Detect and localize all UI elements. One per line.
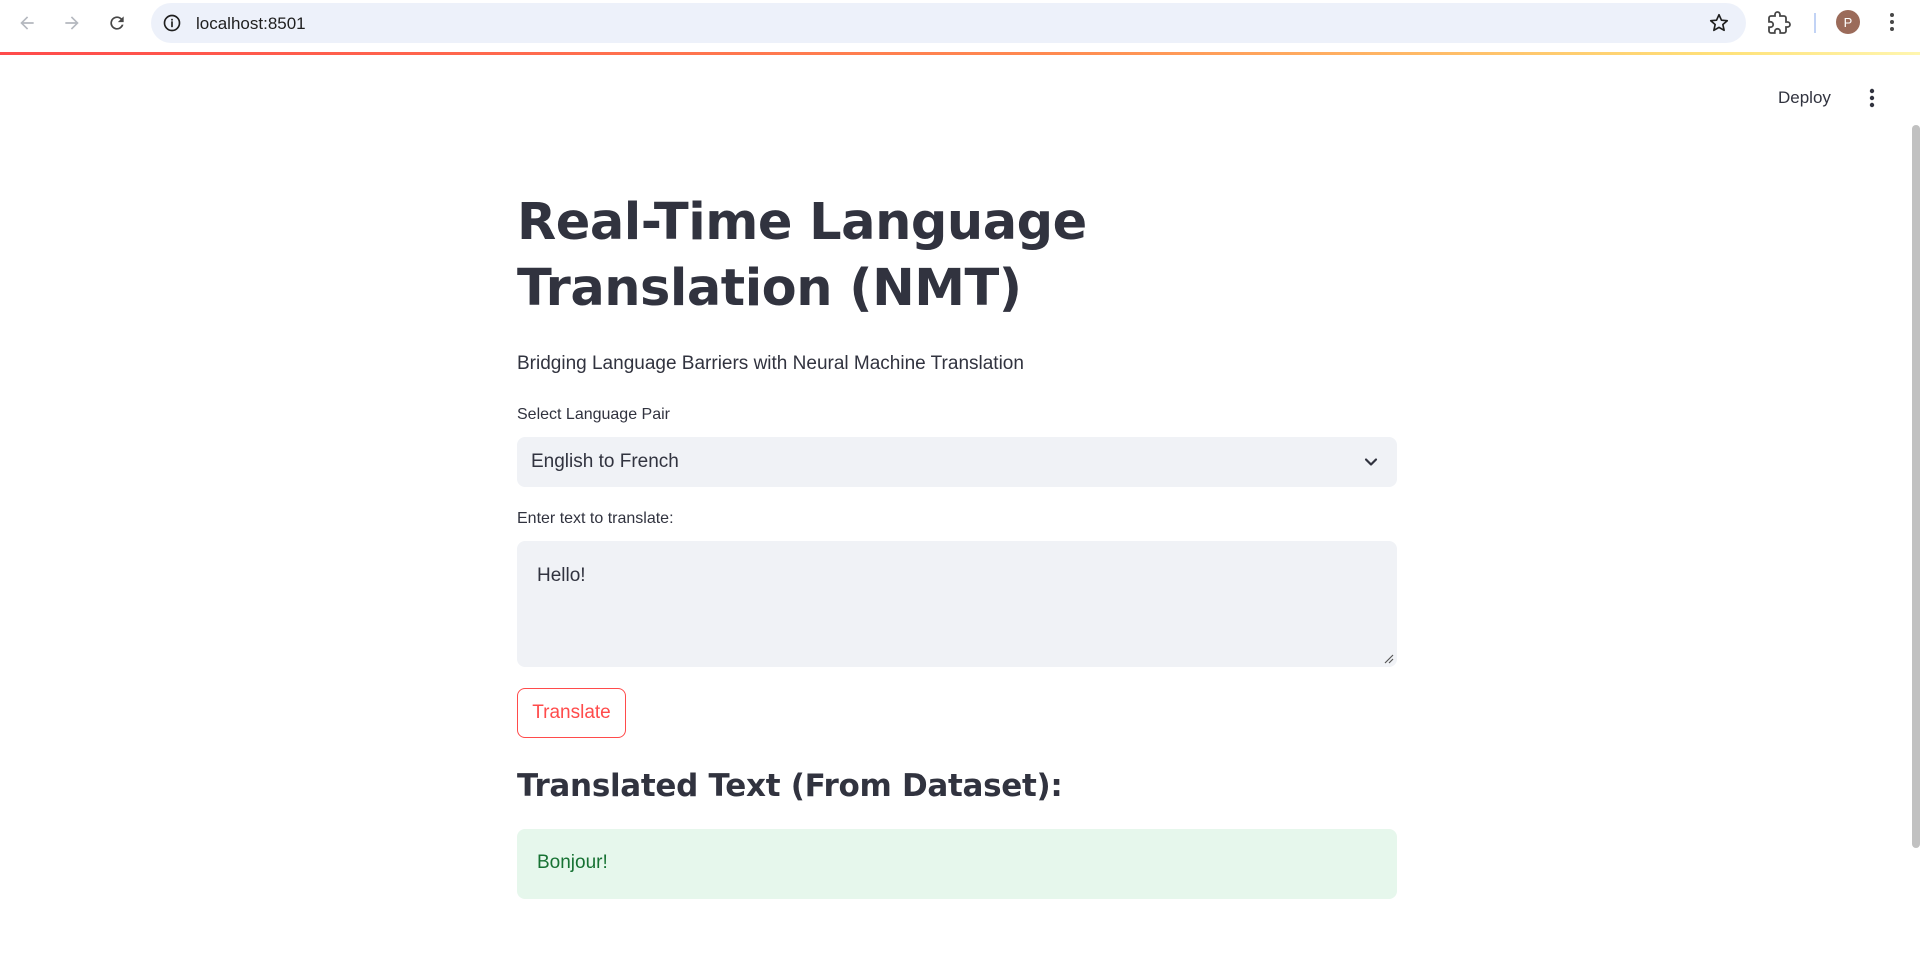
main-content: Real-Time Language Translation (NMT) Bri…: [517, 190, 1397, 899]
translate-button[interactable]: Translate: [517, 688, 626, 738]
translate-text-value: Hello!: [537, 565, 586, 586]
browser-toolbar: localhost:8501 P: [0, 0, 1920, 46]
reload-icon: [110, 16, 124, 30]
translation-result-box: Bonjour!: [517, 829, 1397, 899]
forward-button[interactable]: [56, 7, 88, 39]
translate-text-area[interactable]: Hello!: [517, 541, 1397, 667]
profile-avatar[interactable]: P: [1836, 10, 1860, 34]
resize-handle-icon[interactable]: [1382, 652, 1394, 664]
language-pair-select[interactable]: English to French: [517, 437, 1397, 487]
text-input-label: Enter text to translate:: [517, 510, 674, 527]
reload-button[interactable]: [101, 7, 133, 39]
profile-initial: P: [1843, 14, 1853, 30]
extensions-puzzle-icon[interactable]: [1767, 11, 1791, 35]
app-menu-icon[interactable]: [1860, 86, 1884, 110]
url-text: localhost:8501: [196, 14, 306, 33]
arrow-left-icon: [20, 16, 34, 30]
deploy-button[interactable]: Deploy: [1770, 84, 1839, 112]
back-button[interactable]: [11, 7, 43, 39]
chevron-down-icon: [1364, 458, 1378, 466]
scrollbar[interactable]: [1912, 125, 1920, 848]
page-title: Real-Time Language Translation (NMT): [517, 193, 1087, 318]
address-bar[interactable]: localhost:8501: [151, 3, 1746, 43]
language-select-label: Select Language Pair: [517, 406, 670, 423]
browser-menu-icon[interactable]: [1880, 10, 1904, 34]
header-decoration-stripe: [0, 52, 1920, 55]
toolbar-divider: [1814, 13, 1816, 33]
language-pair-value: English to French: [531, 451, 679, 472]
page-subtitle: Bridging Language Barriers with Neural M…: [517, 353, 1024, 374]
site-info-icon[interactable]: [162, 13, 182, 33]
result-heading: Translated Text (From Dataset):: [517, 768, 1063, 804]
arrow-right-icon: [65, 16, 79, 30]
bookmark-star-icon[interactable]: [1708, 12, 1730, 34]
translation-result-text: Bonjour!: [537, 852, 608, 873]
